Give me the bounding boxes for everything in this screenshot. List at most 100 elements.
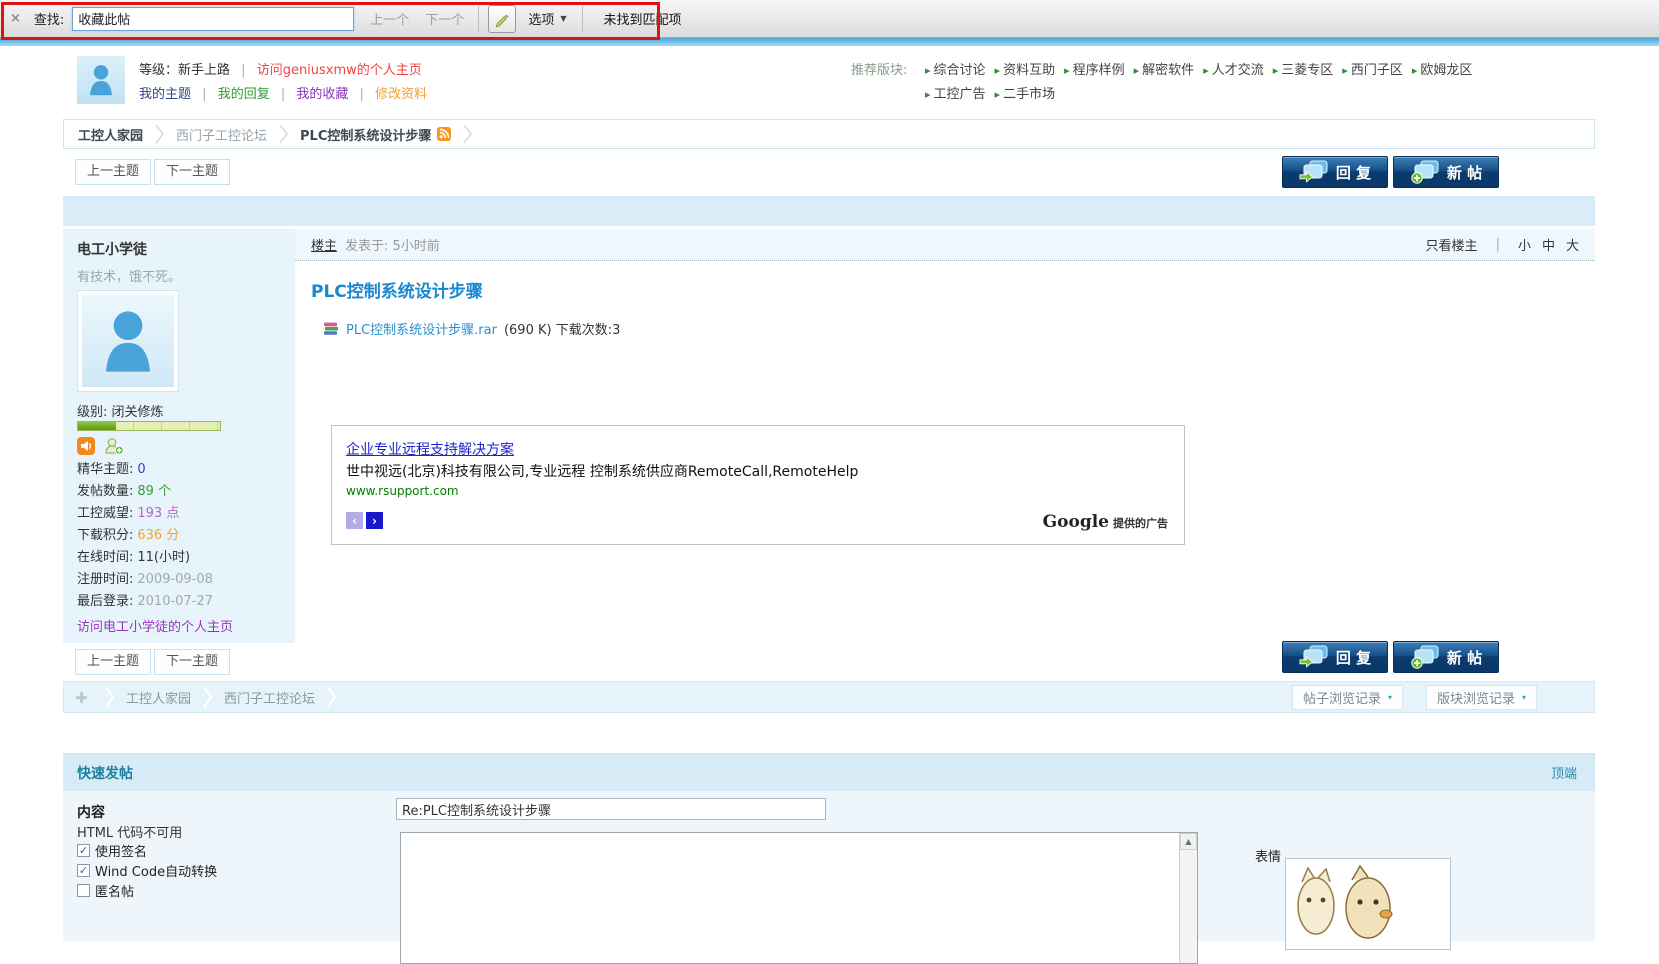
ad-description: 世中视远(北京)科技有限公司,专业远程 控制系统供应商RemoteCall,Re… [346,461,858,481]
attachment-link[interactable]: PLC控制系统设计步骤.rar [346,319,497,338]
floor-label[interactable]: 楼主 [311,235,337,254]
forum-link[interactable]: 综合讨论 [925,59,986,78]
my-replies-link[interactable]: 我的回复 [218,87,270,102]
divider [582,6,583,32]
next-topic-button[interactable]: 下一主题 [154,649,230,675]
chevron-separator-icon [327,685,336,709]
announce-icon[interactable] [77,437,95,459]
post-header: 楼主 发表于: 5小时前 只看楼主 | 小 中 大 [295,229,1595,261]
stat-label: 下载积分: [77,528,133,543]
font-size-medium[interactable]: 中 [1542,235,1555,254]
find-prev-button[interactable]: 上一个 [370,9,409,28]
visit-profile-link[interactable]: 访问geniusxmw的个人主页 [257,63,422,78]
breadcrumb-home[interactable]: 工控人家园 [78,125,143,144]
stat-label: 发帖数量: [77,484,133,499]
chevron-separator-icon [203,685,212,709]
find-next-button[interactable]: 下一个 [425,9,464,28]
stat-value: 2010-07-27 [137,594,213,609]
recommended-row: 工控广告 二手市场 [925,83,1055,102]
forum-link[interactable]: 工控广告 [925,83,986,102]
message-textarea[interactable]: ▲ [400,832,1198,964]
prev-topic-button[interactable]: 上一主题 [75,649,151,675]
forum-link[interactable]: 程序样例 [1064,59,1125,78]
scroll-up-icon[interactable]: ▲ [1180,833,1197,850]
author-profile-link[interactable]: 访问电工小学徒的个人主页 [77,616,233,635]
ad-attribution: Google 提供的广告 [1043,512,1168,532]
textarea-scrollbar[interactable]: ▲ [1179,833,1197,963]
post-history-label: 帖子浏览记录 [1303,688,1381,707]
find-options-button[interactable]: 选项 ▼ [522,5,572,32]
separator: | [360,87,364,102]
breadcrumb-forum[interactable]: 西门子工控论坛 [224,688,315,707]
new-post-button-label: 新 帖 [1447,162,1482,183]
next-topic-button[interactable]: 下一主题 [154,159,230,185]
author-signature: 有技术，饿不死。 [77,266,181,285]
chevron-separator-icon [279,123,288,145]
author-name[interactable]: 电工小学徒 [77,239,147,259]
chevron-down-icon: ▾ [1522,693,1526,702]
reply-button[interactable]: 回 复 [1282,156,1388,188]
quick-post-title: 快速发帖 [77,763,133,783]
chevron-down-icon: ▾ [1388,693,1392,702]
emoticon-icon[interactable] [1342,864,1394,948]
post-header-actions: 只看楼主 | 小 中 大 [1426,235,1579,254]
emoticon-icon[interactable] [1294,864,1338,948]
forum-link[interactable]: 资料互助 [995,59,1056,78]
font-size-small[interactable]: 小 [1518,235,1531,254]
back-to-top-link[interactable]: 顶端 [1551,763,1577,782]
forum-link[interactable]: 人才交流 [1203,59,1264,78]
only-op-link[interactable]: 只看楼主 [1426,235,1478,254]
wind-code-checkbox[interactable]: ✓ [77,864,90,877]
chevron-down-icon: ▼ [560,14,566,23]
reply-button[interactable]: 回 复 [1282,641,1388,673]
prev-topic-button[interactable]: 上一主题 [75,159,151,185]
my-topics-link[interactable]: 我的主题 [139,87,191,102]
html-note: HTML 代码不可用 [77,822,182,841]
stat-row: 注册时间:2009-09-08 [77,569,213,591]
ad-title-link[interactable]: 企业专业远程支持解决方案 [346,439,514,459]
my-favorites-link[interactable]: 我的收藏 [296,87,348,102]
ad-next-button[interactable]: › [366,512,383,529]
reply-bubble-icon [1299,645,1329,669]
ad-prev-button[interactable]: ‹ [346,512,363,529]
forum-history-dropdown[interactable]: 版块浏览记录 ▾ [1426,685,1537,710]
anonymous-checkbox[interactable] [77,884,90,897]
use-signature-checkbox[interactable]: ✓ [77,844,90,857]
edit-profile-link[interactable]: 修改资料 [375,87,427,102]
forum-link[interactable]: 二手市场 [995,83,1056,102]
rss-icon[interactable] [437,127,451,141]
forum-link[interactable]: 三菱专区 [1273,59,1334,78]
breadcrumb-forum[interactable]: 西门子工控论坛 [176,125,267,144]
stat-row: 下载积分:636 分 [77,525,213,547]
find-input[interactable] [72,7,354,31]
stat-value: 89 个 [137,484,171,499]
stat-label: 精华主题: [77,462,133,477]
forum-link[interactable]: 西门子区 [1342,59,1403,78]
author-level: 级别: 闭关修炼 [77,401,164,420]
content-label: 内容 [77,802,105,822]
expand-plus-icon[interactable] [74,690,89,705]
post-history-dropdown[interactable]: 帖子浏览记录 ▾ [1292,685,1403,710]
separator: | [202,87,206,102]
person-icon [79,58,123,102]
checkbox-row: ✓ Wind Code自动转换 [77,861,217,880]
user-avatar[interactable] [77,56,125,104]
google-ad: 企业专业远程支持解决方案 世中视远(北京)科技有限公司,专业远程 控制系统供应商… [331,425,1185,545]
highlight-all-button[interactable] [488,5,516,33]
emoticons-panel [1285,858,1451,950]
subject-input[interactable] [396,798,826,820]
breadcrumb-home[interactable]: 工控人家园 [126,688,191,707]
author-avatar[interactable] [77,290,179,392]
author-sidebar: 电工小学徒 有技术，饿不死。 级别: 闭关修炼 [63,229,295,643]
checkbox-label: 使用签名 [95,841,147,860]
stat-row: 最后登录:2010-07-27 [77,591,213,613]
new-post-button[interactable]: 新 帖 [1393,156,1499,188]
forum-link[interactable]: 欧姆龙区 [1412,59,1473,78]
new-post-button[interactable]: 新 帖 [1393,641,1499,673]
forum-link[interactable]: 解密软件 [1134,59,1195,78]
spacer-band [63,196,1595,226]
stat-row: 在线时间:11(小时) [77,547,213,569]
find-close-icon[interactable]: × [10,11,21,26]
font-size-large[interactable]: 大 [1566,235,1579,254]
add-friend-icon[interactable] [104,437,124,459]
